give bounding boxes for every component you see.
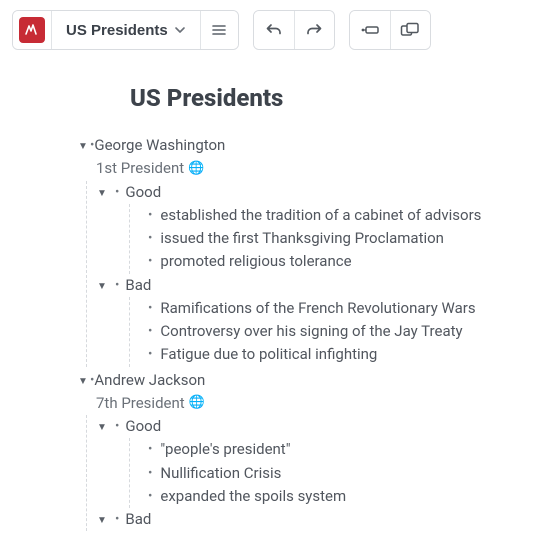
section-label[interactable]: Good xyxy=(125,181,528,204)
collapse-arrow-icon[interactable]: ▼ xyxy=(97,513,109,529)
outline-tree: ▼ • George Washington 1st President 🌐 ▼ … xyxy=(18,134,528,531)
doc-group: US Presidents xyxy=(12,10,239,50)
redo-button[interactable] xyxy=(294,11,334,49)
history-group xyxy=(253,10,335,50)
tree-node-president: ▼ • George Washington 1st President 🌐 ▼ … xyxy=(18,134,528,367)
bullet-icon: • xyxy=(115,183,119,203)
bullet-icon: • xyxy=(148,464,152,484)
item-text: Ramifications of the French Revolutionar… xyxy=(160,297,475,320)
collapse-arrow-icon[interactable]: ▼ xyxy=(97,186,109,202)
bullet-icon: • xyxy=(148,252,152,272)
list-item[interactable]: • Nullification Crisis xyxy=(142,462,528,485)
leaf-list: • "people's president" • Nullification Cri… xyxy=(129,438,528,508)
leaf-list: • Ramifications of the French Revolutiona… xyxy=(129,297,528,367)
section-label[interactable]: Bad xyxy=(125,274,528,297)
content-area: US Presidents ▼ • George Washington 1st … xyxy=(0,60,540,531)
list-item[interactable]: • issued the first Thanksgiving Proclamat… xyxy=(142,227,528,250)
section-label[interactable]: Bad xyxy=(125,508,528,531)
bullet-icon: • xyxy=(148,440,152,460)
slider-icon xyxy=(360,23,380,37)
item-text: issued the first Thanksgiving Proclamati… xyxy=(160,227,444,250)
tree-node-section: ▼ • Bad • Ramifications of the French Rev… xyxy=(87,274,528,367)
doc-title-label: US Presidents xyxy=(66,22,168,39)
doc-title-button[interactable]: US Presidents xyxy=(51,11,200,49)
children-container: ▼ • Good • "people's president" • Nullific… xyxy=(86,415,528,531)
president-name[interactable]: Andrew Jackson xyxy=(94,369,528,392)
bullet-icon: • xyxy=(148,206,152,226)
item-text: promoted religious tolerance xyxy=(160,250,351,273)
globe-icon: 🌐 xyxy=(188,159,204,179)
bullet-icon: • xyxy=(115,276,119,296)
item-text: Fatigue due to political infighting xyxy=(160,343,377,366)
logo-button[interactable] xyxy=(13,11,51,49)
president-subtitle: 7th President 🌐 xyxy=(96,392,528,415)
bullet-icon: • xyxy=(148,487,152,507)
president-subtitle: 1st President 🌐 xyxy=(96,157,528,180)
item-text: established the tradition of a cabinet o… xyxy=(160,204,481,227)
item-text: Controversy over his signing of the Jay … xyxy=(160,320,462,343)
bullet-icon: • xyxy=(115,510,119,530)
list-item[interactable]: • Controversy over his signing of the Jay… xyxy=(142,320,528,343)
list-item[interactable]: • Ramifications of the French Revolutiona… xyxy=(142,297,528,320)
tree-node-section: ▼ • Good • "people's president" • Nullific… xyxy=(87,415,528,508)
redo-icon xyxy=(305,21,323,39)
president-name[interactable]: George Washington xyxy=(94,134,528,157)
item-text: "people's president" xyxy=(160,438,290,461)
layout-icon xyxy=(400,22,420,38)
tree-node-section: ▼ • Good • established the tradition of a… xyxy=(87,181,528,274)
bullet-icon: • xyxy=(148,322,152,342)
tree-node-president: ▼ • Andrew Jackson 7th President 🌐 ▼ • G… xyxy=(18,369,528,532)
list-item[interactable]: • expanded the spoils system xyxy=(142,485,528,508)
bullet-icon: • xyxy=(148,345,152,365)
menu-button[interactable] xyxy=(200,11,238,49)
subtitle-text: 7th President xyxy=(96,392,185,415)
collapse-arrow-icon[interactable]: ▼ xyxy=(97,420,109,436)
app-logo-icon xyxy=(19,17,45,43)
tree-node-section: ▼ • Bad xyxy=(87,508,528,531)
subtitle-text: 1st President xyxy=(96,157,184,180)
toolbar: US Presidents xyxy=(0,0,540,60)
chevron-down-icon xyxy=(174,24,186,36)
bullet-icon: • xyxy=(148,299,152,319)
list-item[interactable]: • established the tradition of a cabinet … xyxy=(142,204,528,227)
item-text: Nullification Crisis xyxy=(160,462,281,485)
hamburger-icon xyxy=(211,22,227,38)
list-item[interactable]: • Fatigue due to political infighting xyxy=(142,343,528,366)
collapse-arrow-icon[interactable]: ▼ xyxy=(97,279,109,295)
bullet-icon: • xyxy=(148,229,152,249)
leaf-list: • established the tradition of a cabinet … xyxy=(129,204,528,274)
collapse-arrow-icon[interactable]: ▼ xyxy=(78,374,90,390)
globe-icon: 🌐 xyxy=(189,393,205,413)
view-mode-button[interactable] xyxy=(350,11,390,49)
item-text: expanded the spoils system xyxy=(160,485,346,508)
bullet-icon: • xyxy=(115,417,119,437)
page-title: US Presidents xyxy=(130,84,528,112)
view-group xyxy=(349,10,431,50)
list-item[interactable]: • "people's president" xyxy=(142,438,528,461)
children-container: ▼ • Good • established the tradition of a… xyxy=(86,181,528,367)
section-label[interactable]: Good xyxy=(125,415,528,438)
layout-button[interactable] xyxy=(390,11,430,49)
list-item[interactable]: • promoted religious tolerance xyxy=(142,250,528,273)
undo-icon xyxy=(265,21,283,39)
collapse-arrow-icon[interactable]: ▼ xyxy=(78,139,90,155)
undo-button[interactable] xyxy=(254,11,294,49)
